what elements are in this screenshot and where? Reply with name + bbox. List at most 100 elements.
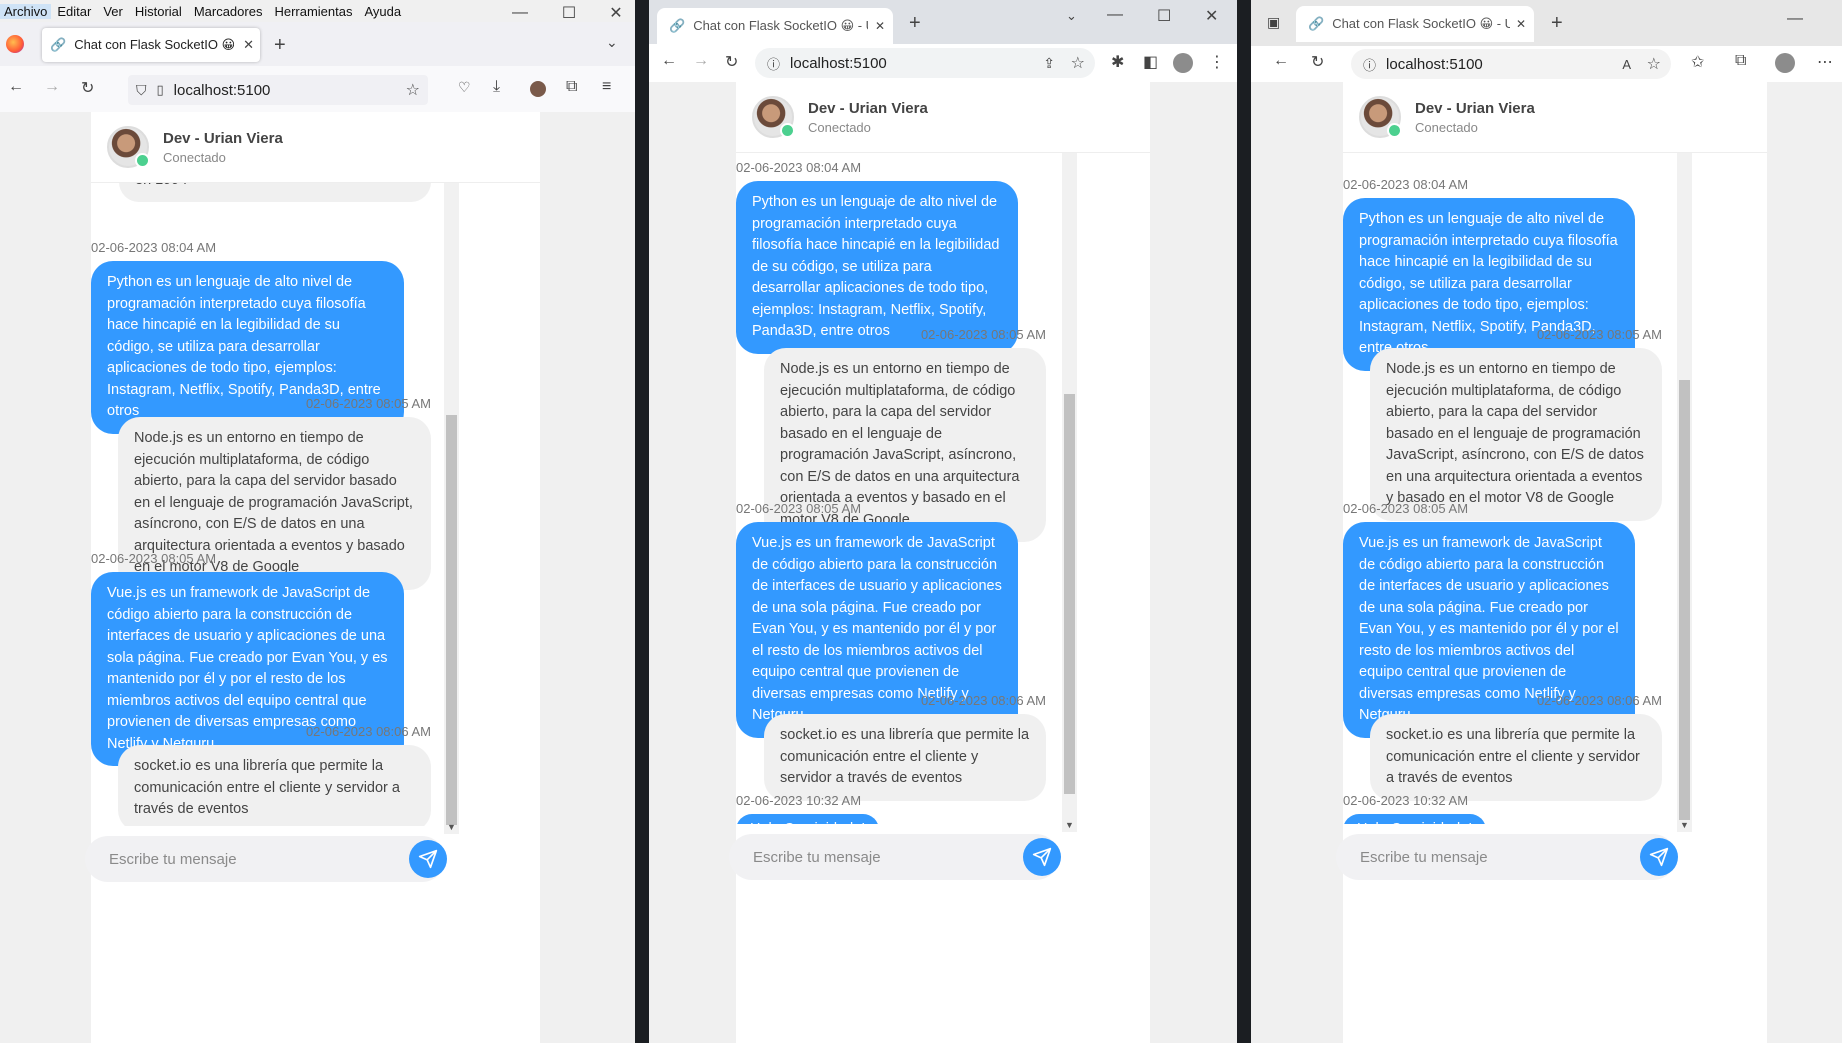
reload-icon[interactable]: ↻	[1311, 52, 1324, 72]
online-status-dot	[780, 123, 795, 138]
message-list[interactable]: en 199402-06-2023 08:04 AMPython es un l…	[91, 182, 540, 826]
contact-status: Conectado	[163, 149, 226, 165]
close-window-icon[interactable]: ✕	[1205, 6, 1218, 26]
firefox-tabstrip: 🔗 Chat con Flask SocketIO 😀 - U ✕ + ⌄	[0, 22, 635, 66]
menu-ayuda[interactable]: Ayuda	[358, 4, 407, 19]
send-button[interactable]	[409, 840, 447, 878]
menu-editar[interactable]: Editar	[51, 4, 97, 19]
read-aloud-icon[interactable]: A	[1622, 57, 1631, 72]
forward-icon[interactable]: →	[44, 78, 60, 96]
menu-archivo[interactable]: Archivo	[0, 3, 52, 19]
menu-icon[interactable]: ≡	[602, 78, 611, 96]
reload-icon[interactable]: ↻	[725, 52, 738, 72]
message-input[interactable]: Escribe tu mensaje	[1360, 849, 1488, 866]
chrome-toolbar: ← → ↻ ⓘ localhost:5100 ⇪ ☆ ✱ ◧ ⋮	[649, 44, 1237, 83]
scrollbar-thumb[interactable]	[1064, 394, 1075, 794]
edge-url-bar[interactable]: ⓘ localhost:5100 A ☆	[1351, 49, 1671, 79]
minimize-icon[interactable]: —	[1107, 6, 1123, 24]
message-input[interactable]: Escribe tu mensaje	[753, 849, 881, 866]
chrome-tab[interactable]: 🔗 Chat con Flask SocketIO 😀 - Ur ✕	[657, 8, 893, 44]
menu-historial[interactable]: Historial	[129, 4, 188, 19]
maximize-icon[interactable]: ☐	[554, 2, 584, 24]
tab-actions-icon[interactable]: ▣	[1267, 14, 1280, 31]
chat-panel: Dev - Urian Viera Conectado 02-06-2023 0…	[1336, 82, 1767, 1043]
menu-herramientas[interactable]: Herramientas	[268, 4, 358, 19]
bookmark-star-icon[interactable]: ☆	[1071, 53, 1085, 73]
chat-scrollbar[interactable]: ▲ ▼	[1062, 118, 1077, 832]
received-message-bubble: socket.io es una librería que permite la…	[764, 714, 1046, 801]
side-panel-icon[interactable]: ◧	[1143, 52, 1158, 72]
scrollbar-thumb[interactable]	[446, 415, 457, 825]
site-info-icon[interactable]: ⓘ	[767, 54, 780, 73]
add-favorite-icon[interactable]: ☆	[1647, 54, 1661, 74]
chat-scrollbar[interactable]: ▲ ▼	[1677, 118, 1692, 832]
chat-scrollbar[interactable]: ▲ ▼	[444, 145, 459, 834]
scrollbar-thumb[interactable]	[1679, 380, 1690, 820]
maximize-icon[interactable]: ☐	[1157, 6, 1171, 26]
extensions-icon[interactable]: ✱	[1111, 52, 1124, 72]
scroll-down-arrow-icon[interactable]: ▼	[1062, 818, 1077, 832]
close-tab-icon[interactable]: ✕	[243, 37, 254, 53]
scroll-down-arrow-icon[interactable]: ▼	[444, 820, 459, 834]
edge-tab[interactable]: 🔗 Chat con Flask SocketIO 😀 - Ur ✕	[1296, 6, 1534, 42]
close-tab-icon[interactable]: ✕	[1516, 17, 1526, 31]
back-icon[interactable]: ←	[1273, 52, 1289, 70]
share-icon[interactable]: ⇪	[1043, 55, 1055, 72]
url-text: localhost:5100	[1386, 55, 1483, 73]
menu-ver[interactable]: Ver	[97, 4, 129, 19]
back-icon[interactable]: ←	[661, 52, 677, 70]
reload-icon[interactable]: ↻	[81, 78, 94, 98]
close-window-icon[interactable]: ✕	[601, 2, 631, 24]
favorites-icon[interactable]: ✩	[1691, 52, 1704, 72]
send-button[interactable]	[1023, 838, 1061, 876]
collections-icon[interactable]: ⧉	[1735, 52, 1746, 70]
chat-favicon-icon: 🔗	[50, 37, 67, 52]
profile-icon[interactable]	[1775, 53, 1795, 73]
bookmark-star-icon[interactable]: ☆	[406, 80, 420, 100]
chat-header: Dev - Urian Viera Conectado	[736, 82, 1150, 153]
message-composer[interactable]: Escribe tu mensaje	[729, 834, 1061, 880]
contact-avatar[interactable]	[107, 126, 150, 168]
contact-avatar[interactable]	[1359, 96, 1402, 138]
menu-marcadores[interactable]: Marcadores	[188, 4, 269, 19]
received-message-bubble: Node.js es un entorno en tiempo de ejecu…	[1370, 348, 1662, 521]
minimize-icon[interactable]: —	[1787, 10, 1803, 28]
new-tab-icon[interactable]: +	[1551, 12, 1563, 35]
minimize-icon[interactable]: —	[505, 2, 535, 24]
shield-icon[interactable]: ⛉	[136, 82, 147, 99]
scroll-down-arrow-icon[interactable]: ▼	[1677, 818, 1692, 832]
message-list[interactable]: 02-06-2023 08:04 AM Python es un lenguaje…	[1343, 152, 1767, 824]
back-icon[interactable]: ←	[8, 78, 24, 96]
partial-message-bubble: en 1994	[119, 182, 431, 202]
new-tab-icon[interactable]: +	[274, 34, 286, 57]
chat-favicon-icon: 🔗	[1308, 16, 1325, 31]
forward-icon[interactable]: →	[693, 52, 709, 70]
message-timestamp: 02-06-2023 08:05 AM	[736, 501, 862, 516]
pocket-icon[interactable]: ♡	[458, 79, 471, 96]
message-item: 02-06-2023 10:32 AMHola Cominidad..!	[91, 825, 431, 826]
chat-panel: Dev - Urian Viera Conectado en 1994 02-06…	[85, 112, 540, 1043]
download-icon[interactable]: ⤓	[493, 78, 500, 96]
message-composer[interactable]: Escribe tu mensaje	[85, 836, 447, 882]
message-composer[interactable]: Escribe tu mensaje	[1336, 834, 1678, 880]
message-input[interactable]: Escribe tu mensaje	[109, 851, 237, 868]
site-info-icon[interactable]: ⓘ	[1363, 55, 1376, 74]
more-icon[interactable]: ⋯	[1817, 52, 1833, 72]
send-button[interactable]	[1640, 838, 1678, 876]
account-avatar-icon[interactable]	[530, 81, 546, 97]
chat-favicon-icon: 🔗	[669, 18, 686, 33]
message-list[interactable]: 02-06-2023 08:04 AM Python es un lenguaje…	[736, 152, 1150, 824]
close-tab-icon[interactable]: ✕	[875, 19, 885, 33]
profile-icon[interactable]	[1173, 53, 1193, 73]
chrome-url-bar[interactable]: ⓘ localhost:5100 ⇪ ☆	[755, 48, 1095, 78]
firefox-url-bar[interactable]: ⛉ ▯ localhost:5100 ☆	[128, 75, 428, 105]
firefox-tab[interactable]: 🔗 Chat con Flask SocketIO 😀 - U ✕	[42, 28, 260, 62]
tab-title: Chat con Flask SocketIO 😀 - Ur	[1332, 16, 1511, 31]
menu-icon[interactable]: ⋮	[1209, 52, 1225, 72]
tab-search-icon[interactable]: ⌄	[1066, 8, 1077, 24]
contact-avatar[interactable]	[752, 96, 795, 138]
extensions-icon[interactable]: ⧉	[566, 78, 577, 96]
online-status-dot	[1387, 123, 1402, 138]
list-tabs-icon[interactable]: ⌄	[606, 34, 618, 51]
new-tab-icon[interactable]: +	[909, 12, 921, 35]
